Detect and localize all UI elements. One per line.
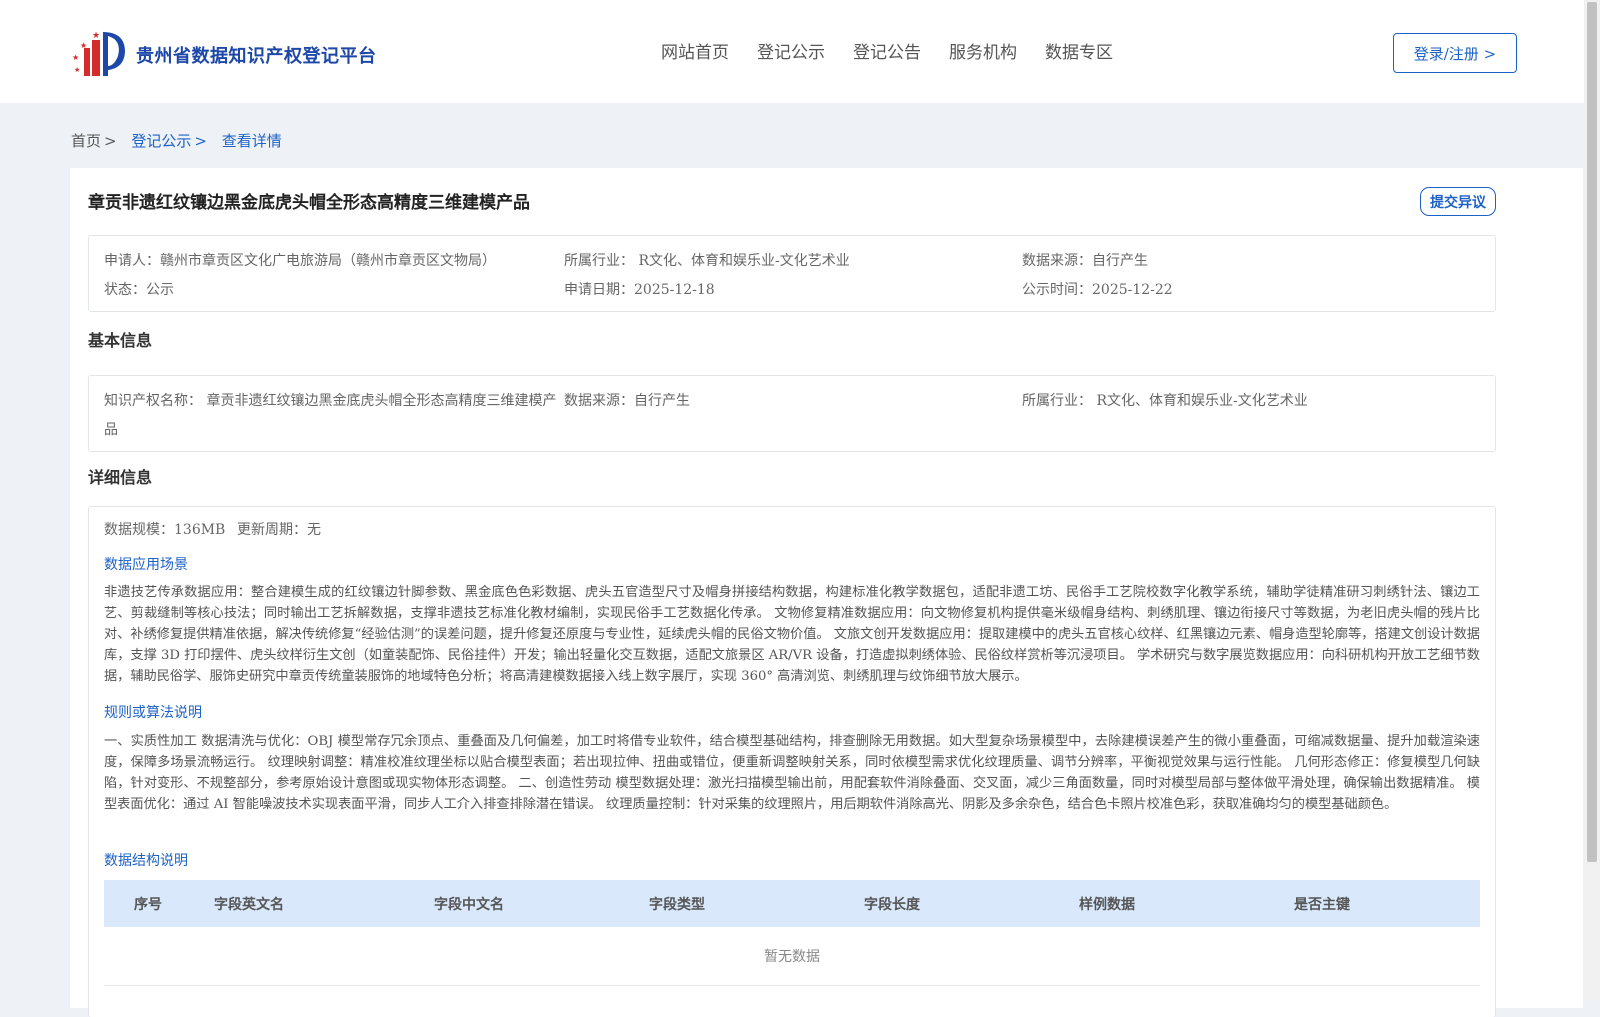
publish-date: 公示时间：2025-12-22 <box>1022 282 1173 298</box>
nav-service-agencies[interactable]: 服务机构 <box>949 38 1017 63</box>
breadcrumb-home[interactable]: 首页 > <box>71 132 117 150</box>
basic-info-heading: 基本信息 <box>88 331 153 350</box>
nav-data-zone[interactable]: 数据专区 <box>1045 38 1113 63</box>
applicant: 申请人：赣州市章贡区文化广电旅游局（赣州市章贡区文物局） <box>104 253 496 269</box>
th-sample-data: 样例数据 <box>1079 897 1135 913</box>
nav-public-notice[interactable]: 登记公示 <box>757 38 825 63</box>
industry: 所属行业： R文化、体育和娱乐业-文化艺术业 <box>564 253 850 269</box>
th-english-name: 字段英文名 <box>214 897 284 913</box>
rule-title: 规则或算法说明 <box>104 705 202 721</box>
data-scale: 数据规模：136MB <box>104 522 226 538</box>
breadcrumb: 首页 > 登记公示 > 查看详情 <box>71 130 292 151</box>
scrollbar-thumb[interactable] <box>1587 2 1597 862</box>
main-nav: 网站首页 登记公示 登记公告 服务机构 数据专区 <box>661 38 1113 63</box>
platform-logo-icon: ★ ★ ★ ★ <box>72 31 125 76</box>
th-chinese-name: 字段中文名 <box>434 897 504 913</box>
apply-date: 申请日期：2025-12-18 <box>564 282 715 298</box>
update-cycle: 更新周期：无 <box>237 522 321 538</box>
nav-home[interactable]: 网站首页 <box>661 38 729 63</box>
header: ★ ★ ★ ★ 贵州省数据知识产权登记平台 网站首页 登记公示 登记公告 服务机… <box>0 0 1584 103</box>
basic-info-box: 知识产权名称： 章贡非遗红纹镶边黑金底虎头帽全形态高精度三维建模产 品 数据来源… <box>88 375 1496 452</box>
rule-text: 一、实质性加工 数据清洗与优化：OBJ 模型常存冗余顶点、重叠面及几何偏差，加工… <box>104 734 1480 812</box>
data-source: 数据来源：自行产生 <box>1022 253 1148 269</box>
summary-box: 申请人：赣州市章贡区文化广电旅游局（赣州市章贡区文物局） 所属行业： R文化、体… <box>88 235 1496 312</box>
table-empty-row: 暂无数据 <box>104 927 1480 986</box>
scene-title: 数据应用场景 <box>104 557 188 573</box>
svg-text:★: ★ <box>74 66 80 74</box>
breadcrumb-current: 查看详情 <box>221 132 282 150</box>
basic-data-source: 数据来源：自行产生 <box>564 393 690 409</box>
detail-panel: 章贡非遗红纹镶边黑金底虎头帽全形态高精度三维建模产品 提交异议 申请人：赣州市章… <box>70 168 1583 1017</box>
th-field-type: 字段类型 <box>649 897 705 913</box>
page-scrollbar[interactable] <box>1584 0 1600 1000</box>
th-primary-key: 是否主键 <box>1294 897 1350 913</box>
scene-text: 非遗技艺传承数据应用：整合建模生成的红纹镶边针脚参数、黑金底色色彩数据、虎头五官… <box>104 585 1480 684</box>
empty-text: 暂无数据 <box>764 949 820 965</box>
svg-text:★: ★ <box>80 41 87 50</box>
platform-name[interactable]: 贵州省数据知识产权登记平台 <box>136 42 377 68</box>
svg-text:★: ★ <box>92 31 100 41</box>
th-index: 序号 <box>134 897 162 913</box>
ip-name: 知识产权名称： 章贡非遗红纹镶边黑金底虎头帽全形态高精度三维建模产 <box>104 393 557 409</box>
svg-text:★: ★ <box>72 53 79 62</box>
nav-announcement[interactable]: 登记公告 <box>853 38 921 63</box>
ip-name-cont: 品 <box>104 422 118 438</box>
structure-table-header: 序号 字段英文名 字段中文名 字段类型 字段长度 样例数据 是否主键 <box>104 880 1480 927</box>
login-register-button[interactable]: 登录/注册 > <box>1393 33 1517 73</box>
status: 状态：公示 <box>104 282 174 298</box>
breadcrumb-public-notice[interactable]: 登记公示 > <box>131 132 207 150</box>
basic-industry: 所属行业： R文化、体育和娱乐业-文化艺术业 <box>1022 393 1308 409</box>
th-field-length: 字段长度 <box>864 897 920 913</box>
submit-objection-button[interactable]: 提交异议 <box>1420 187 1496 216</box>
structure-title: 数据结构说明 <box>104 853 188 869</box>
detail-info-heading: 详细信息 <box>88 468 153 487</box>
page-title: 章贡非遗红纹镶边黑金底虎头帽全形态高精度三维建模产品 <box>88 193 530 213</box>
detail-info-box: 数据规模：136MB 更新周期：无 数据应用场景 非遗技艺传承数据应用：整合建模… <box>88 506 1496 1017</box>
